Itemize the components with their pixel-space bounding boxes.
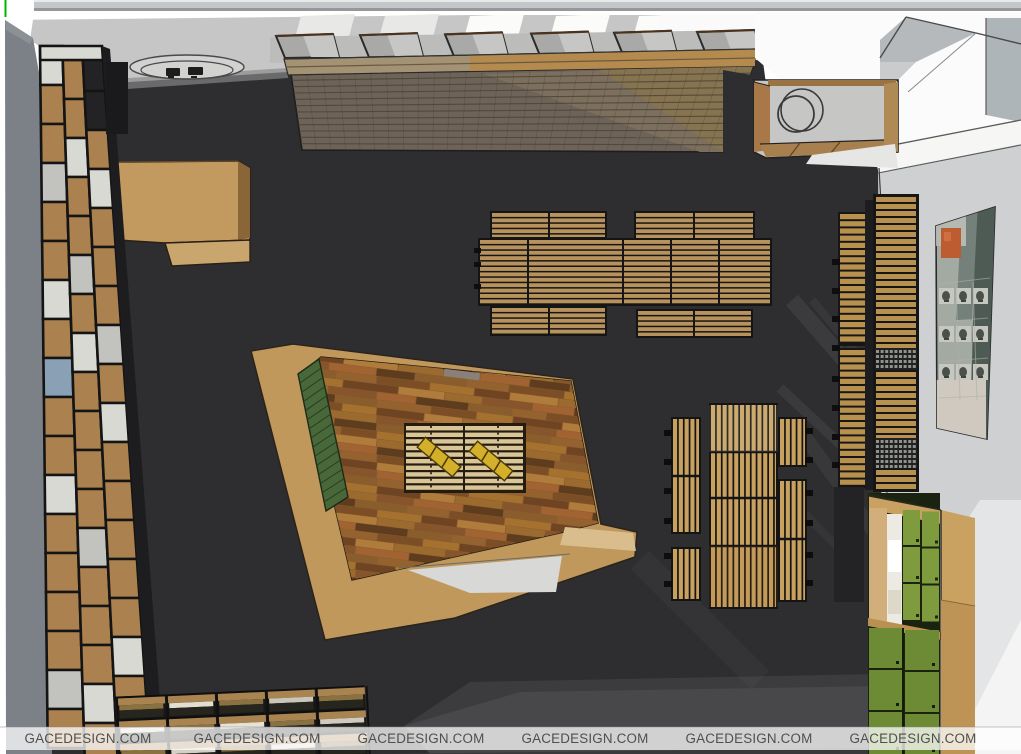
svg-text:GACEDESIGN.COM: GACEDESIGN.COM (849, 731, 976, 746)
svg-text:GACEDESIGN.COM: GACEDESIGN.COM (521, 731, 648, 746)
svg-text:GACEDESIGN.COM: GACEDESIGN.COM (685, 731, 812, 746)
svg-text:GACEDESIGN.COM: GACEDESIGN.COM (193, 731, 320, 746)
svg-text:GACEDESIGN.COM: GACEDESIGN.COM (357, 731, 484, 746)
svg-text:GACEDESIGN.COM: GACEDESIGN.COM (24, 731, 151, 746)
